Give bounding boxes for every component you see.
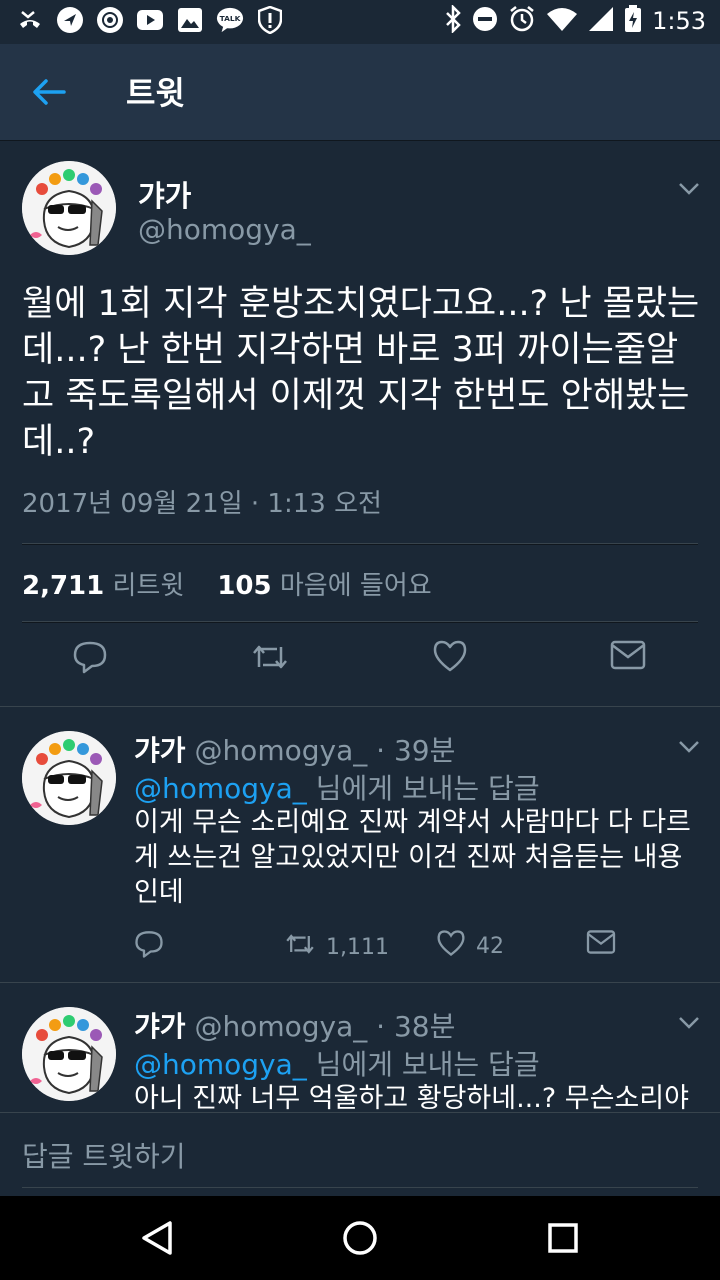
author-name[interactable]: 갸가 bbox=[134, 734, 186, 767]
author-name[interactable]: 갸가 bbox=[134, 1010, 186, 1043]
like-button[interactable]: 42 bbox=[436, 929, 504, 963]
reply-text: 이게 무슨 소리예요 진짜 계약서 사람마다 다 다르게 쓰는건 알고있었지만 … bbox=[134, 807, 691, 908]
nav-back-icon[interactable] bbox=[138, 1218, 178, 1258]
reply-time: · 38분 bbox=[376, 1010, 456, 1043]
signal-icon bbox=[588, 6, 614, 36]
like-heart-icon bbox=[436, 929, 466, 963]
kakaotalk-label: TALK bbox=[220, 14, 241, 23]
alert-icon bbox=[256, 6, 284, 34]
reply-tweet[interactable]: 갸가 @homogya_ · 38분 @homogya_ 님에게 보내는 답글 … bbox=[0, 982, 720, 1113]
retweet-label[interactable]: 리트윗 bbox=[113, 571, 185, 601]
status-bar: TALK 1:53 bbox=[0, 0, 720, 44]
page-title: 트윗 bbox=[126, 74, 185, 112]
direct-message-icon[interactable] bbox=[586, 929, 616, 955]
clock-time: 1:53 bbox=[652, 7, 706, 35]
retweet-count[interactable]: 2,711 bbox=[22, 571, 104, 601]
avatar[interactable] bbox=[22, 1007, 116, 1101]
reply-input[interactable]: 답글 트윗하기 bbox=[22, 1135, 185, 1175]
divider bbox=[22, 543, 698, 545]
retweet-icon[interactable] bbox=[250, 639, 290, 679]
sync-icon bbox=[96, 6, 124, 34]
youtube-icon bbox=[136, 6, 164, 34]
reply-tweet[interactable]: 갸가 @homogya_ · 39분 @homogya_ 님에게 보내는 답글 … bbox=[0, 706, 720, 982]
image-icon bbox=[176, 6, 204, 34]
chevron-down-icon[interactable] bbox=[678, 1015, 704, 1031]
battery-icon bbox=[624, 5, 642, 37]
avatar[interactable] bbox=[22, 731, 116, 825]
notification-icons: TALK bbox=[16, 6, 284, 34]
wifi-icon bbox=[546, 6, 578, 36]
like-count[interactable]: 105 bbox=[217, 571, 271, 601]
reply-compose-bar[interactable]: 답글 트윗하기 bbox=[0, 1112, 720, 1197]
author-handle[interactable]: @homogya_ bbox=[138, 213, 311, 246]
reply-actions: 1,111 42 bbox=[0, 907, 720, 960]
reply-to-label: 님에게 보내는 답글 bbox=[306, 772, 540, 805]
alarm-icon bbox=[508, 5, 536, 37]
tweet-stats: 2,711 리트윗 105 마음에 들어요 bbox=[22, 565, 432, 602]
system-navigation-bar bbox=[0, 1196, 720, 1280]
chevron-down-icon[interactable] bbox=[678, 739, 704, 755]
chevron-down-icon[interactable] bbox=[678, 181, 704, 197]
kakaotalk-icon: TALK bbox=[216, 6, 244, 34]
input-underline bbox=[22, 1187, 698, 1188]
app-bar: 트윗 bbox=[0, 44, 720, 141]
mention-link[interactable]: @homogya_ bbox=[134, 772, 307, 805]
back-arrow-icon[interactable] bbox=[30, 74, 70, 110]
missed-call-icon bbox=[16, 6, 44, 34]
nav-home-icon[interactable] bbox=[340, 1218, 380, 1258]
retweet-button[interactable]: 1,111 bbox=[284, 929, 389, 965]
like-count: 42 bbox=[476, 933, 504, 959]
reply-to-line: @homogya_ 님에게 보내는 답글 bbox=[134, 1043, 540, 1083]
do-not-disturb-icon bbox=[472, 6, 498, 36]
reply-to-line: @homogya_ 님에게 보내는 답글 bbox=[134, 767, 540, 807]
mention-link[interactable]: @homogya_ bbox=[134, 1048, 307, 1081]
reply-icon[interactable] bbox=[134, 929, 164, 959]
system-status: 1:53 bbox=[444, 3, 706, 37]
author-handle[interactable]: @homogya_ bbox=[194, 734, 367, 767]
divider bbox=[22, 621, 698, 623]
nav-recents-icon[interactable] bbox=[543, 1218, 583, 1258]
tweet-text: 월에 1회 지각 훈방조치였다고요...? 난 몰랐는데...? 난 한번 지각… bbox=[22, 284, 700, 462]
author-handle[interactable]: @homogya_ bbox=[194, 1010, 367, 1043]
reply-to-label: 님에게 보내는 답글 bbox=[306, 1048, 540, 1081]
author-name[interactable]: 갸가 bbox=[138, 173, 191, 215]
main-tweet: 갸가 @homogya_ 월에 1회 지각 훈방조치였다고요...? 난 몰랐는… bbox=[0, 141, 720, 705]
reply-time: · 39분 bbox=[376, 734, 456, 767]
bluetooth-icon bbox=[444, 3, 462, 37]
direct-message-icon[interactable] bbox=[610, 639, 650, 679]
tweet-actions bbox=[0, 633, 720, 693]
reply-header: 갸가 @homogya_ · 39분 bbox=[134, 729, 455, 769]
navigation-icon bbox=[56, 6, 84, 34]
reply-header: 갸가 @homogya_ · 38분 bbox=[134, 1005, 455, 1045]
retweet-count: 1,111 bbox=[326, 934, 389, 960]
retweet-icon bbox=[284, 929, 316, 965]
reply-icon[interactable] bbox=[72, 639, 112, 679]
like-label[interactable]: 마음에 들어요 bbox=[280, 571, 432, 601]
tweet-timestamp: 2017년 09월 21일 · 1:13 오전 bbox=[22, 489, 382, 519]
reply-text: 아니 진짜 너무 억울하고 황당하네...? 무슨소리야 bbox=[134, 1083, 689, 1113]
like-heart-icon[interactable] bbox=[432, 639, 472, 679]
avatar[interactable] bbox=[22, 161, 116, 255]
